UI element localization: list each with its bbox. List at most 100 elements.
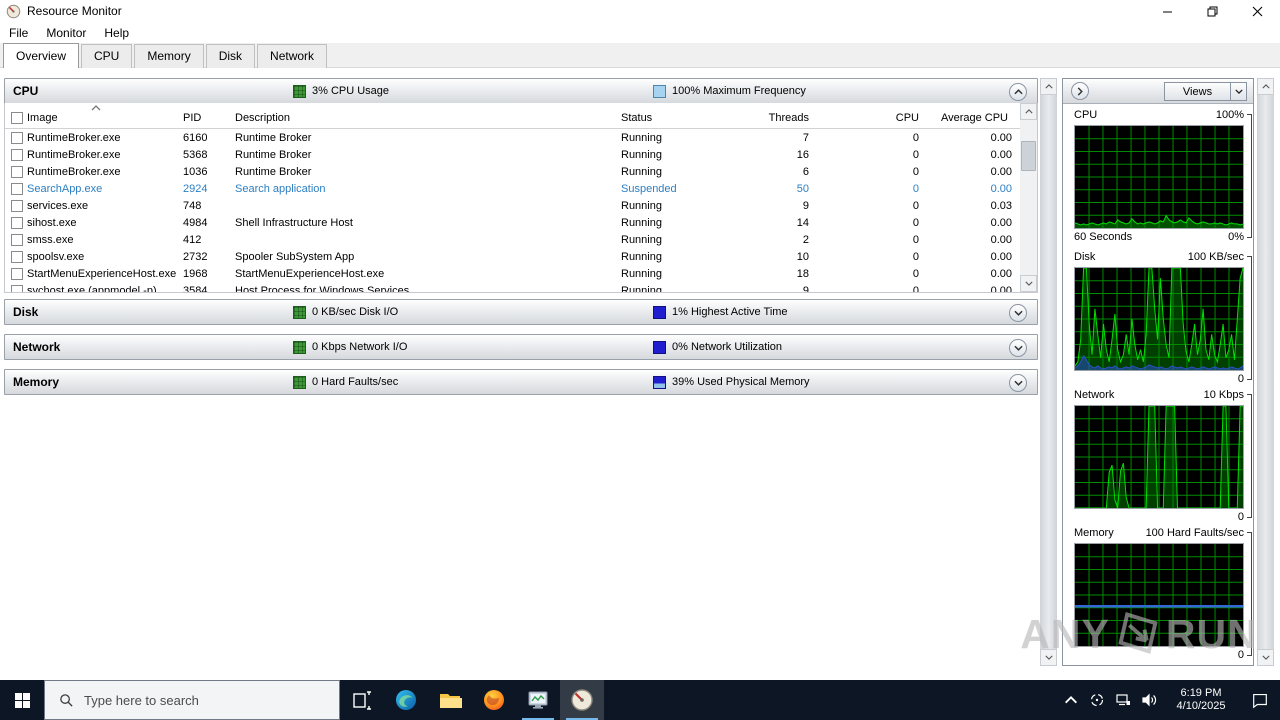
chevron-up-icon	[1013, 89, 1023, 95]
row-checkbox[interactable]	[11, 250, 23, 263]
start-button[interactable]	[0, 680, 44, 720]
column-header-pid[interactable]: PID	[183, 112, 235, 128]
close-button[interactable]	[1235, 0, 1280, 22]
cpu-section-title: CPU	[13, 84, 39, 98]
main-pane-scrollbar[interactable]	[1040, 78, 1057, 666]
column-header-threads[interactable]: Threads	[721, 112, 823, 128]
memory-graph-title: Memory	[1074, 527, 1114, 539]
table-row[interactable]: RuntimeBroker.exe 6160 Runtime Broker Ru…	[5, 129, 1020, 146]
column-header-image[interactable]: Image	[27, 112, 183, 128]
column-header-average-cpu[interactable]: Average CPU	[933, 112, 1022, 128]
disk-expand-button[interactable]	[1009, 304, 1027, 322]
select-all-checkbox[interactable]	[11, 112, 23, 124]
action-center-button[interactable]	[1240, 691, 1280, 709]
scrollbar-thumb[interactable]	[1021, 141, 1036, 171]
row-average-cpu: 0.00	[990, 148, 1012, 161]
menu-file[interactable]: File	[0, 24, 37, 42]
tab-cpu[interactable]: CPU	[81, 44, 133, 68]
row-cpu: 0	[912, 250, 919, 263]
restore-button[interactable]	[1190, 0, 1235, 22]
row-checkbox[interactable]	[11, 148, 23, 161]
sidebar-scrollbar[interactable]	[1257, 78, 1274, 666]
column-header-description[interactable]: Description	[235, 112, 621, 128]
row-threads: 9	[802, 284, 809, 293]
scroll-down-button[interactable]	[1040, 649, 1057, 666]
network-utilization-icon	[653, 340, 666, 354]
row-checkbox[interactable]	[11, 216, 23, 229]
taskbar-clock[interactable]: 6:19 PM 4/10/2025	[1168, 687, 1234, 713]
memory-section-header[interactable]: Memory 0 Hard Faults/sec 39% Used Physic…	[4, 369, 1038, 395]
chevron-up-icon	[1065, 696, 1077, 704]
table-row[interactable]: spoolsv.exe 2732 Spooler SubSystem App R…	[5, 248, 1020, 265]
file-explorer-taskbar-button[interactable]	[428, 680, 472, 720]
scroll-down-button[interactable]	[1257, 649, 1274, 666]
network-io-status: 0 Kbps Network I/O	[312, 341, 408, 353]
row-status: Running	[621, 199, 662, 212]
table-row[interactable]: services.exe 748 Running 9 0 0.03	[5, 197, 1020, 214]
tab-disk[interactable]: Disk	[205, 44, 256, 68]
table-row[interactable]: svchost.exe (appmodel -p) 3584 Host Proc…	[5, 282, 1020, 292]
table-row[interactable]: sihost.exe 4984 Shell Infrastructure Hos…	[5, 214, 1020, 231]
scroll-up-button[interactable]	[1020, 103, 1037, 120]
row-status: Running	[621, 148, 662, 161]
task-view-button[interactable]	[340, 680, 384, 720]
window-title: Resource Monitor	[27, 4, 122, 18]
cpu-section-header[interactable]: CPU 3% CPU Usage 100% Maximum Frequency	[4, 78, 1038, 104]
row-checkbox[interactable]	[11, 199, 23, 212]
tab-overview[interactable]: Overview	[3, 43, 80, 68]
disk-section-header[interactable]: Disk 0 KB/sec Disk I/O 1% Highest Active…	[4, 299, 1038, 325]
memory-graph-min: 0	[1237, 649, 1244, 661]
scroll-down-button[interactable]	[1020, 275, 1037, 292]
views-dropdown-arrow[interactable]	[1230, 82, 1247, 101]
row-checkbox[interactable]	[11, 131, 23, 144]
memory-expand-button[interactable]	[1009, 374, 1027, 392]
column-header-cpu[interactable]: CPU	[823, 112, 933, 128]
tray-network-icon[interactable]	[1110, 692, 1136, 708]
network-section-header[interactable]: Network 0 Kbps Network I/O 0% Network Ut…	[4, 334, 1038, 360]
table-row[interactable]: RuntimeBroker.exe 5368 Runtime Broker Ru…	[5, 146, 1020, 163]
table-row[interactable]: StartMenuExperienceHost.exe 1968 StartMe…	[5, 265, 1020, 282]
cpu-collapse-button[interactable]	[1009, 83, 1027, 101]
views-button[interactable]: Views	[1164, 82, 1230, 101]
network-graph-block: Network 10 Kbps 0	[1074, 387, 1252, 524]
row-description: Host Process for Windows Services	[235, 284, 410, 293]
scroll-up-button[interactable]	[1257, 78, 1274, 95]
tab-memory[interactable]: Memory	[134, 44, 204, 68]
desktop: Resource Monitor File Monitor Help Overv…	[0, 0, 1280, 720]
network-expand-button[interactable]	[1009, 339, 1027, 357]
tray-volume-icon[interactable]	[1136, 692, 1162, 708]
process-table-header[interactable]: Image PID Description Status Threads CPU…	[5, 103, 1020, 129]
hard-faults-status: 0 Hard Faults/sec	[312, 376, 399, 388]
network-graph-max: 10 Kbps	[1203, 389, 1244, 401]
firefox-taskbar-button[interactable]	[472, 680, 516, 720]
tray-overflow-button[interactable]	[1058, 692, 1084, 708]
network-section-title: Network	[13, 340, 61, 354]
row-checkbox[interactable]	[11, 267, 23, 280]
table-row[interactable]: SearchApp.exe 2924 Search application Su…	[5, 180, 1020, 197]
menu-monitor[interactable]: Monitor	[37, 24, 95, 42]
row-average-cpu: 0.00	[990, 216, 1012, 229]
row-checkbox[interactable]	[11, 165, 23, 178]
row-status: Running	[621, 216, 662, 229]
taskbar-search-input[interactable]: Type here to search	[44, 680, 340, 720]
minimize-button[interactable]	[1145, 0, 1190, 22]
title-bar[interactable]: Resource Monitor	[0, 0, 1280, 22]
tray-update-icon[interactable]	[1084, 692, 1110, 708]
cpu-graph-max: 100%	[1215, 109, 1244, 121]
edge-taskbar-button[interactable]	[384, 680, 428, 720]
row-checkbox[interactable]	[11, 182, 23, 195]
resource-monitor-taskbar-button[interactable]	[560, 680, 604, 720]
tab-network[interactable]: Network	[257, 44, 328, 68]
performance-monitor-taskbar-button[interactable]	[516, 680, 560, 720]
sidebar-collapse-button[interactable]	[1071, 82, 1089, 100]
process-table-scrollbar[interactable]	[1020, 103, 1037, 292]
row-average-cpu: 0.00	[990, 267, 1012, 280]
row-checkbox[interactable]	[11, 284, 23, 292]
cpu-usage-icon	[293, 84, 306, 98]
column-header-status[interactable]: Status	[621, 112, 721, 128]
menu-help[interactable]: Help	[95, 24, 138, 42]
table-row[interactable]: smss.exe 412 Running 2 0 0.00	[5, 231, 1020, 248]
table-row[interactable]: RuntimeBroker.exe 1036 Runtime Broker Ru…	[5, 163, 1020, 180]
row-checkbox[interactable]	[11, 233, 23, 246]
scroll-up-button[interactable]	[1040, 78, 1057, 95]
